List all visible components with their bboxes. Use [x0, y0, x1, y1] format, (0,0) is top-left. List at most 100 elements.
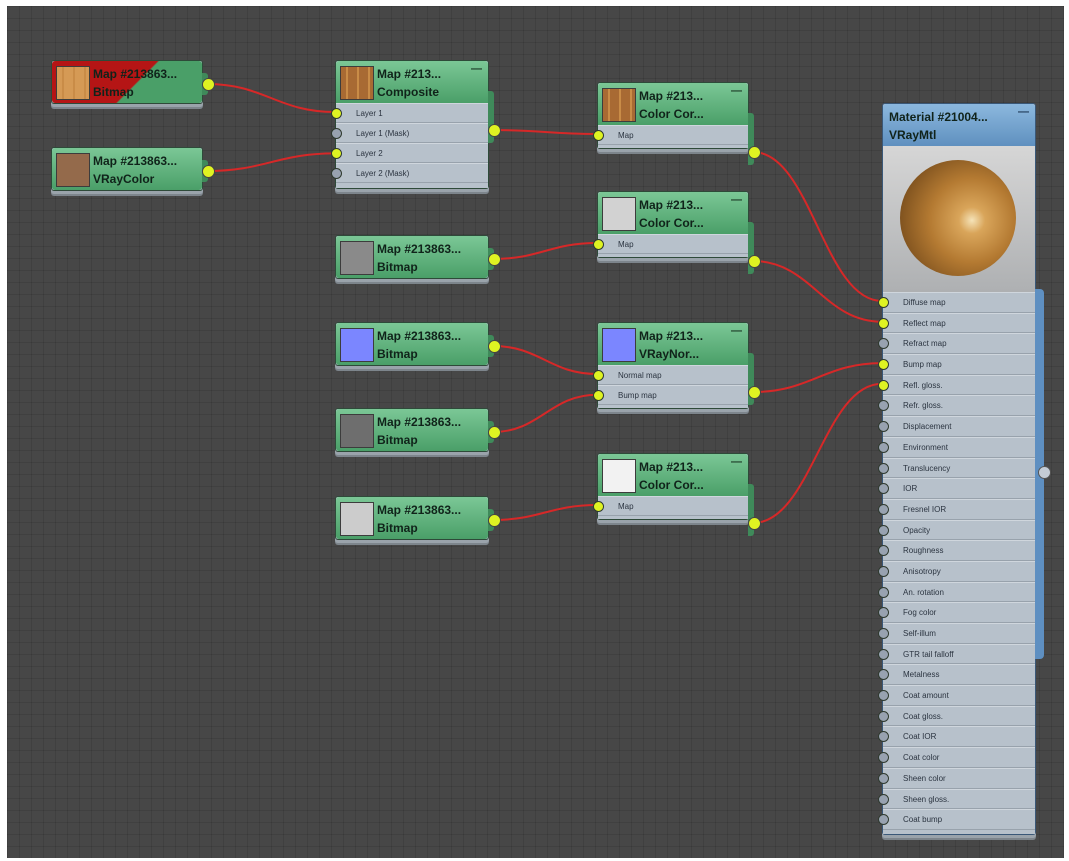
- node-header[interactable]: Map #213863... Bitmap: [336, 236, 488, 278]
- connection-wire[interactable]: [492, 129, 598, 135]
- minimize-icon[interactable]: —: [731, 85, 742, 97]
- input-socket-icon[interactable]: [878, 545, 889, 557]
- input-socket-icon[interactable]: [878, 565, 889, 577]
- input-socket-icon[interactable]: [878, 483, 889, 495]
- material-input-row[interactable]: Sheen color: [878, 767, 1035, 789]
- material-input-row[interactable]: Fog color: [878, 602, 1035, 623]
- input-row[interactable]: Map: [593, 496, 748, 516]
- map-node-bitmap-light[interactable]: Map #213863... Bitmap: [335, 496, 501, 540]
- output-socket-icon[interactable]: [202, 165, 215, 178]
- minimize-icon[interactable]: —: [731, 456, 742, 468]
- node-header[interactable]: Map #213... Color Cor... —: [598, 192, 748, 234]
- material-output-socket-icon[interactable]: [1038, 466, 1051, 479]
- input-socket-icon[interactable]: [331, 168, 342, 179]
- node-header[interactable]: Map #213... Composite —: [336, 61, 488, 103]
- material-input-row[interactable]: Diffuse map: [878, 292, 1035, 313]
- input-socket-icon[interactable]: [878, 752, 889, 764]
- output-socket-icon[interactable]: [748, 255, 761, 268]
- input-row[interactable]: Layer 1 (Mask): [331, 123, 488, 143]
- input-socket-icon[interactable]: [331, 108, 342, 119]
- output-socket-icon[interactable]: [488, 253, 501, 266]
- input-socket-icon[interactable]: [593, 501, 604, 512]
- output-socket-icon[interactable]: [748, 517, 761, 530]
- input-socket-icon[interactable]: [878, 607, 889, 619]
- input-socket-icon[interactable]: [878, 772, 889, 784]
- minimize-icon[interactable]: —: [731, 325, 742, 337]
- material-input-row[interactable]: Opacity: [878, 519, 1035, 541]
- material-node-vraymtl[interactable]: Material #21004... VRayMtl — Diffuse map Ref…: [878, 103, 1036, 836]
- material-header[interactable]: Material #21004... VRayMtl —: [883, 104, 1035, 146]
- input-row[interactable]: Bump map: [593, 385, 748, 405]
- node-header[interactable]: Map #213863... VRayColor: [52, 148, 202, 190]
- connection-wire[interactable]: [752, 151, 883, 302]
- node-header[interactable]: Map #213... Color Cor... —: [598, 454, 748, 496]
- connection-wire[interactable]: [492, 242, 598, 260]
- material-input-row[interactable]: Refract map: [878, 333, 1035, 355]
- map-node-bitmap-gray[interactable]: Map #213863... Bitmap: [335, 235, 501, 279]
- map-node-bitmap-bump[interactable]: Map #213863... Bitmap: [335, 408, 501, 452]
- connection-wire[interactable]: [752, 382, 883, 524]
- node-header[interactable]: Map #213863... Bitmap: [52, 61, 202, 103]
- input-socket-icon[interactable]: [593, 130, 604, 141]
- output-socket-icon[interactable]: [488, 426, 501, 439]
- input-socket-icon[interactable]: [878, 814, 889, 826]
- map-node-bitmap-normal[interactable]: Map #213863... Bitmap: [335, 322, 501, 366]
- material-input-row[interactable]: Refl. gloss.: [878, 374, 1035, 396]
- connection-wire[interactable]: [752, 362, 883, 393]
- input-socket-icon[interactable]: [878, 669, 889, 681]
- input-socket-icon[interactable]: [878, 503, 889, 515]
- material-input-row[interactable]: An. rotation: [878, 581, 1035, 603]
- connection-wire[interactable]: [492, 345, 598, 375]
- material-input-row[interactable]: Coat bump: [878, 809, 1035, 830]
- connection-wire[interactable]: [206, 83, 336, 113]
- node-header[interactable]: Map #213863... Bitmap: [336, 409, 488, 451]
- input-socket-icon[interactable]: [878, 710, 889, 722]
- input-socket-icon[interactable]: [878, 379, 889, 391]
- input-row[interactable]: Layer 2 (Mask): [331, 163, 488, 183]
- output-socket-icon[interactable]: [748, 386, 761, 399]
- material-input-row[interactable]: Coat IOR: [878, 726, 1035, 748]
- map-node-colorcor2[interactable]: Map #213... Color Cor... — Map: [593, 191, 761, 274]
- input-socket-icon[interactable]: [878, 793, 889, 805]
- node-editor-canvas[interactable]: Map #213863... Bitmap Map #213863... VRayCo…: [7, 6, 1064, 858]
- input-socket-icon[interactable]: [878, 586, 889, 598]
- input-socket-icon[interactable]: [878, 441, 889, 453]
- input-socket-icon[interactable]: [878, 731, 889, 743]
- material-input-row[interactable]: Coat color: [878, 747, 1035, 768]
- material-input-row[interactable]: GTR tail falloff: [878, 643, 1035, 665]
- input-socket-icon[interactable]: [878, 400, 889, 412]
- map-node-composite[interactable]: Map #213... Composite — Layer 1 Layer 1 (Mas…: [331, 60, 501, 189]
- connection-wire[interactable]: [752, 260, 883, 323]
- map-node-vraycolor[interactable]: Map #213863... VRayColor: [51, 147, 215, 191]
- input-socket-icon[interactable]: [331, 148, 342, 159]
- material-input-row[interactable]: Roughness: [878, 540, 1035, 561]
- input-socket-icon[interactable]: [593, 239, 604, 250]
- output-socket-icon[interactable]: [748, 146, 761, 159]
- material-input-row[interactable]: Sheen gloss.: [878, 788, 1035, 810]
- material-input-row[interactable]: Fresnel IOR: [878, 498, 1035, 520]
- material-input-row[interactable]: Anisotropy: [878, 560, 1035, 582]
- minimize-icon[interactable]: —: [471, 63, 482, 75]
- input-socket-icon[interactable]: [878, 462, 889, 474]
- input-socket-icon[interactable]: [331, 128, 342, 139]
- material-input-row[interactable]: Coat gloss.: [878, 705, 1035, 727]
- input-socket-icon[interactable]: [878, 338, 889, 350]
- material-input-row[interactable]: Self-illum: [878, 623, 1035, 644]
- map-node-colorcor3[interactable]: Map #213... Color Cor... — Map: [593, 453, 761, 536]
- output-socket-icon[interactable]: [202, 78, 215, 91]
- output-socket-icon[interactable]: [488, 340, 501, 353]
- map-node-vraynormal[interactable]: Map #213... VRayNor... — Normal map Bump map: [593, 322, 761, 410]
- node-header[interactable]: Map #213... VRayNor... —: [598, 323, 748, 365]
- input-socket-icon[interactable]: [878, 648, 889, 660]
- input-row[interactable]: Layer 2: [331, 143, 488, 163]
- material-input-row[interactable]: Displacement: [878, 416, 1035, 437]
- connection-wire[interactable]: [492, 504, 598, 521]
- input-socket-icon[interactable]: [878, 421, 889, 433]
- material-input-row[interactable]: Bump map: [878, 354, 1035, 375]
- material-input-row[interactable]: Coat amount: [878, 685, 1035, 706]
- input-socket-icon[interactable]: [878, 628, 889, 639]
- material-input-row[interactable]: IOR: [878, 478, 1035, 499]
- input-socket-icon[interactable]: [878, 317, 889, 329]
- material-input-row[interactable]: Translucency: [878, 457, 1035, 479]
- connection-wire[interactable]: [492, 393, 598, 433]
